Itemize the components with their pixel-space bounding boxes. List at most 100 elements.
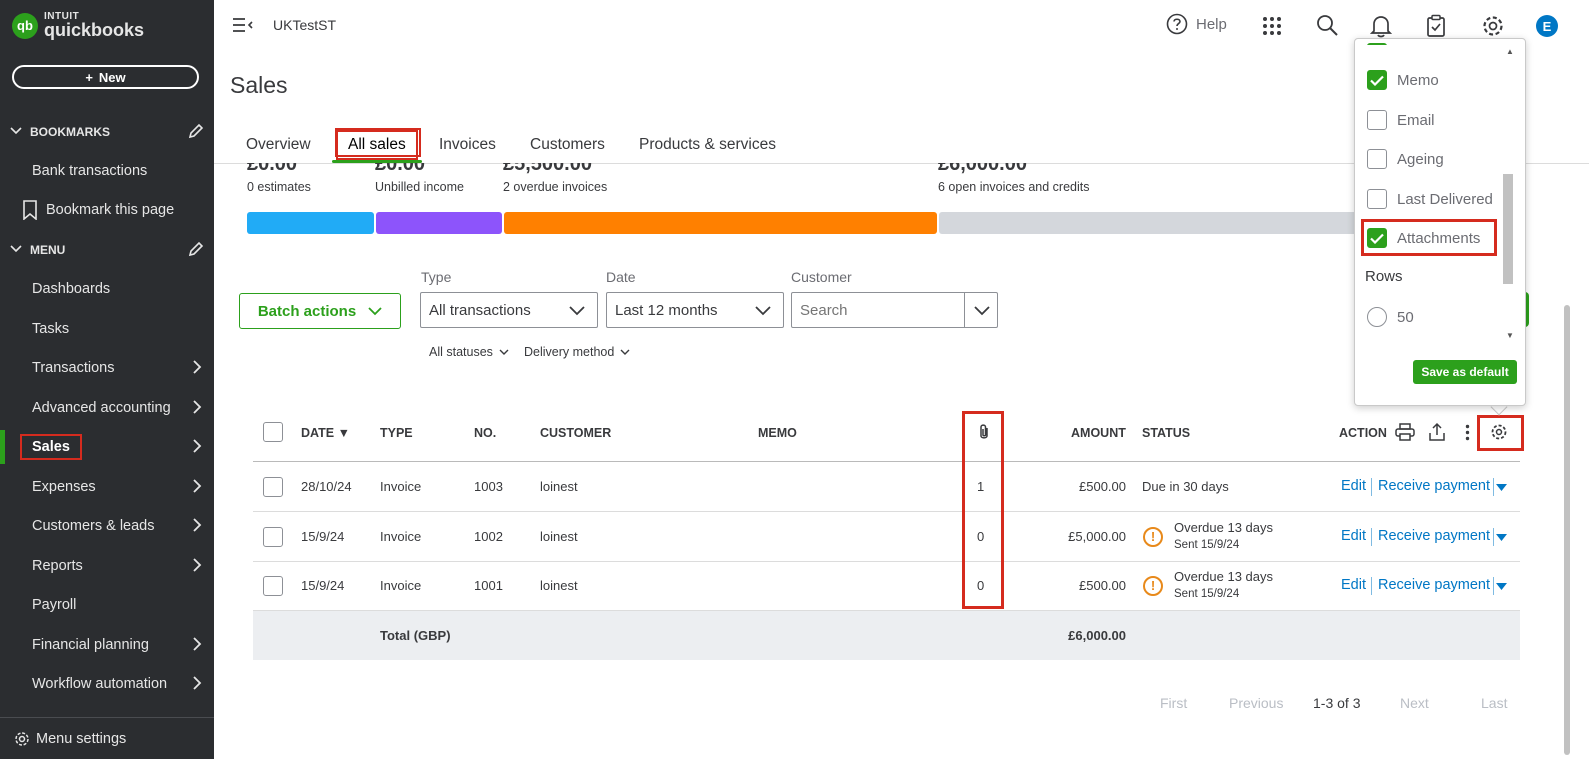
radio-button[interactable] <box>1367 307 1387 327</box>
column-header-type[interactable]: TYPE <box>380 426 413 440</box>
sidebar-item-sales[interactable]: Sales <box>0 430 214 464</box>
tab-overview[interactable]: Overview <box>246 136 311 154</box>
menu-header[interactable]: MENU <box>10 240 204 260</box>
row-receive-payment-link[interactable]: Receive payment <box>1378 478 1490 494</box>
help-button[interactable]: Help <box>1166 13 1227 35</box>
row-checkbox[interactable] <box>263 526 283 547</box>
page-scrollbar-thumb[interactable] <box>1564 305 1570 755</box>
save-as-default-button[interactable]: Save as default <box>1413 360 1517 384</box>
scroll-up-arrow-icon[interactable]: ▲ <box>1506 47 1514 56</box>
money-bar-segment-open[interactable] <box>939 212 1357 234</box>
row-action-dropdown-icon[interactable] <box>1496 480 1507 496</box>
money-bar-segment-overdue[interactable] <box>504 212 937 234</box>
column-option-label: Last Delivered <box>1397 190 1493 208</box>
column-header-date[interactable]: DATE ▼ <box>301 426 350 440</box>
sidebar-item-customers-leads[interactable]: Customers & leads <box>0 509 214 543</box>
sidebar-item-advanced-accounting[interactable]: Advanced accounting <box>0 391 214 425</box>
edit-pencil-icon[interactable] <box>188 241 204 260</box>
batch-actions-button[interactable]: Batch actions <box>239 293 401 329</box>
collapse-menu-icon[interactable] <box>232 16 254 39</box>
checkbox-checked[interactable] <box>1367 70 1387 90</box>
quickbooks-logo[interactable]: qb INTUIT quickbooks <box>12 12 144 39</box>
column-option-memo[interactable]: Memo <box>1367 68 1439 92</box>
sidebar-item-bank-transactions[interactable]: Bank transactions <box>0 154 214 188</box>
row-customer: loinest <box>540 528 578 544</box>
row-checkbox[interactable] <box>263 476 283 497</box>
sidebar-item-expenses[interactable]: Expenses <box>0 470 214 504</box>
export-icon[interactable] <box>1428 422 1446 445</box>
sidebar-item-reports[interactable]: Reports <box>0 549 214 583</box>
status-filter-dropdown[interactable]: All statuses <box>429 345 509 359</box>
more-options-icon[interactable] <box>1465 424 1470 444</box>
scroll-down-arrow-icon[interactable]: ▼ <box>1506 331 1514 340</box>
search-icon[interactable] <box>1316 14 1338 41</box>
checkbox[interactable] <box>1367 149 1387 169</box>
row-action-dropdown-icon[interactable] <box>1496 579 1507 595</box>
print-icon[interactable] <box>1395 423 1415 444</box>
row-edit-link[interactable]: Edit <box>1341 528 1366 544</box>
customer-search-input[interactable] <box>792 293 962 327</box>
sidebar-item-bookmark-page[interactable]: Bookmark this page <box>0 193 214 227</box>
tab-invoices[interactable]: Invoices <box>439 136 496 154</box>
chevron-down-icon[interactable] <box>974 303 990 321</box>
money-bar-segment-estimates[interactable] <box>247 212 374 234</box>
type-filter-value: All transactions <box>429 301 531 319</box>
chevron-down-icon <box>10 126 22 138</box>
column-option-ageing[interactable]: Ageing <box>1367 147 1444 171</box>
delivery-method-dropdown[interactable]: Delivery method <box>524 345 630 359</box>
sidebar-item-transactions[interactable]: Transactions <box>0 351 214 385</box>
column-header-status[interactable]: STATUS <box>1142 426 1190 440</box>
select-all-checkbox[interactable] <box>263 422 283 442</box>
tab-products-services[interactable]: Products & services <box>639 136 776 154</box>
column-option-last-delivered[interactable]: Last Delivered <box>1367 187 1493 211</box>
money-amount: £6,000.00 <box>938 153 1027 175</box>
row-receive-payment-link[interactable]: Receive payment <box>1378 528 1490 544</box>
pager-previous[interactable]: Previous <box>1229 695 1283 711</box>
money-caption: 2 overdue invoices <box>503 180 608 194</box>
column-option-label: Ageing <box>1397 150 1444 168</box>
total-label: Total (GBP) <box>380 628 451 643</box>
popup-scrollbar-thumb[interactable] <box>1503 174 1513 284</box>
customer-search-combobox[interactable] <box>791 292 998 328</box>
qb-logo-icon: qb <box>12 12 38 39</box>
date-filter-select[interactable]: Last 12 months <box>606 292 784 328</box>
row-receive-payment-link[interactable]: Receive payment <box>1378 577 1490 593</box>
checkbox[interactable] <box>1367 110 1387 130</box>
column-header-amount[interactable]: AMOUNT <box>1071 426 1126 440</box>
rows-option-50[interactable]: 50 <box>1367 305 1414 329</box>
bookmarks-header[interactable]: BOOKMARKS <box>10 122 204 142</box>
pager-last[interactable]: Last <box>1481 695 1507 711</box>
sidebar-item-workflow-automation[interactable]: Workflow automation <box>0 667 214 701</box>
row-checkbox[interactable] <box>263 575 283 596</box>
page-scrollbar[interactable] <box>1559 165 1589 759</box>
sidebar-item-financial-planning[interactable]: Financial planning <box>0 628 214 662</box>
sidebar-item-payroll[interactable]: Payroll <box>0 588 214 622</box>
row-date: 28/10/24 <box>301 478 352 494</box>
new-button[interactable]: + New <box>12 65 199 89</box>
row-action-dropdown-icon[interactable] <box>1496 530 1507 546</box>
column-header-memo[interactable]: MEMO <box>758 426 797 440</box>
column-option-email[interactable]: Email <box>1367 108 1435 132</box>
user-avatar[interactable]: E <box>1536 15 1558 37</box>
column-header-action: ACTION <box>1339 426 1387 440</box>
row-edit-link[interactable]: Edit <box>1341 478 1366 494</box>
menu-settings-button[interactable]: Menu settings <box>0 717 214 759</box>
popup-option-partial <box>1367 41 1387 45</box>
checkbox[interactable] <box>1367 189 1387 209</box>
sidebar-item-dashboards[interactable]: Dashboards <box>0 272 214 306</box>
pager-first[interactable]: First <box>1160 695 1187 711</box>
highlight-attachments-option <box>1361 219 1497 256</box>
tab-customers[interactable]: Customers <box>530 136 605 154</box>
sidebar-item-tasks[interactable]: Tasks <box>0 312 214 346</box>
customer-filter-label: Customer <box>791 269 852 285</box>
type-filter-select[interactable]: All transactions <box>420 292 598 328</box>
popup-scrollbar[interactable]: ▲ ▼ <box>1501 47 1515 342</box>
column-header-no[interactable]: NO. <box>474 426 496 440</box>
column-header-customer[interactable]: CUSTOMER <box>540 426 611 440</box>
apps-grid-icon[interactable] <box>1262 16 1282 41</box>
money-bar-segment-unbilled[interactable] <box>376 212 502 234</box>
pager-next[interactable]: Next <box>1400 695 1429 711</box>
edit-pencil-icon[interactable] <box>188 123 204 142</box>
chevron-down-icon <box>569 303 585 320</box>
row-edit-link[interactable]: Edit <box>1341 577 1366 593</box>
